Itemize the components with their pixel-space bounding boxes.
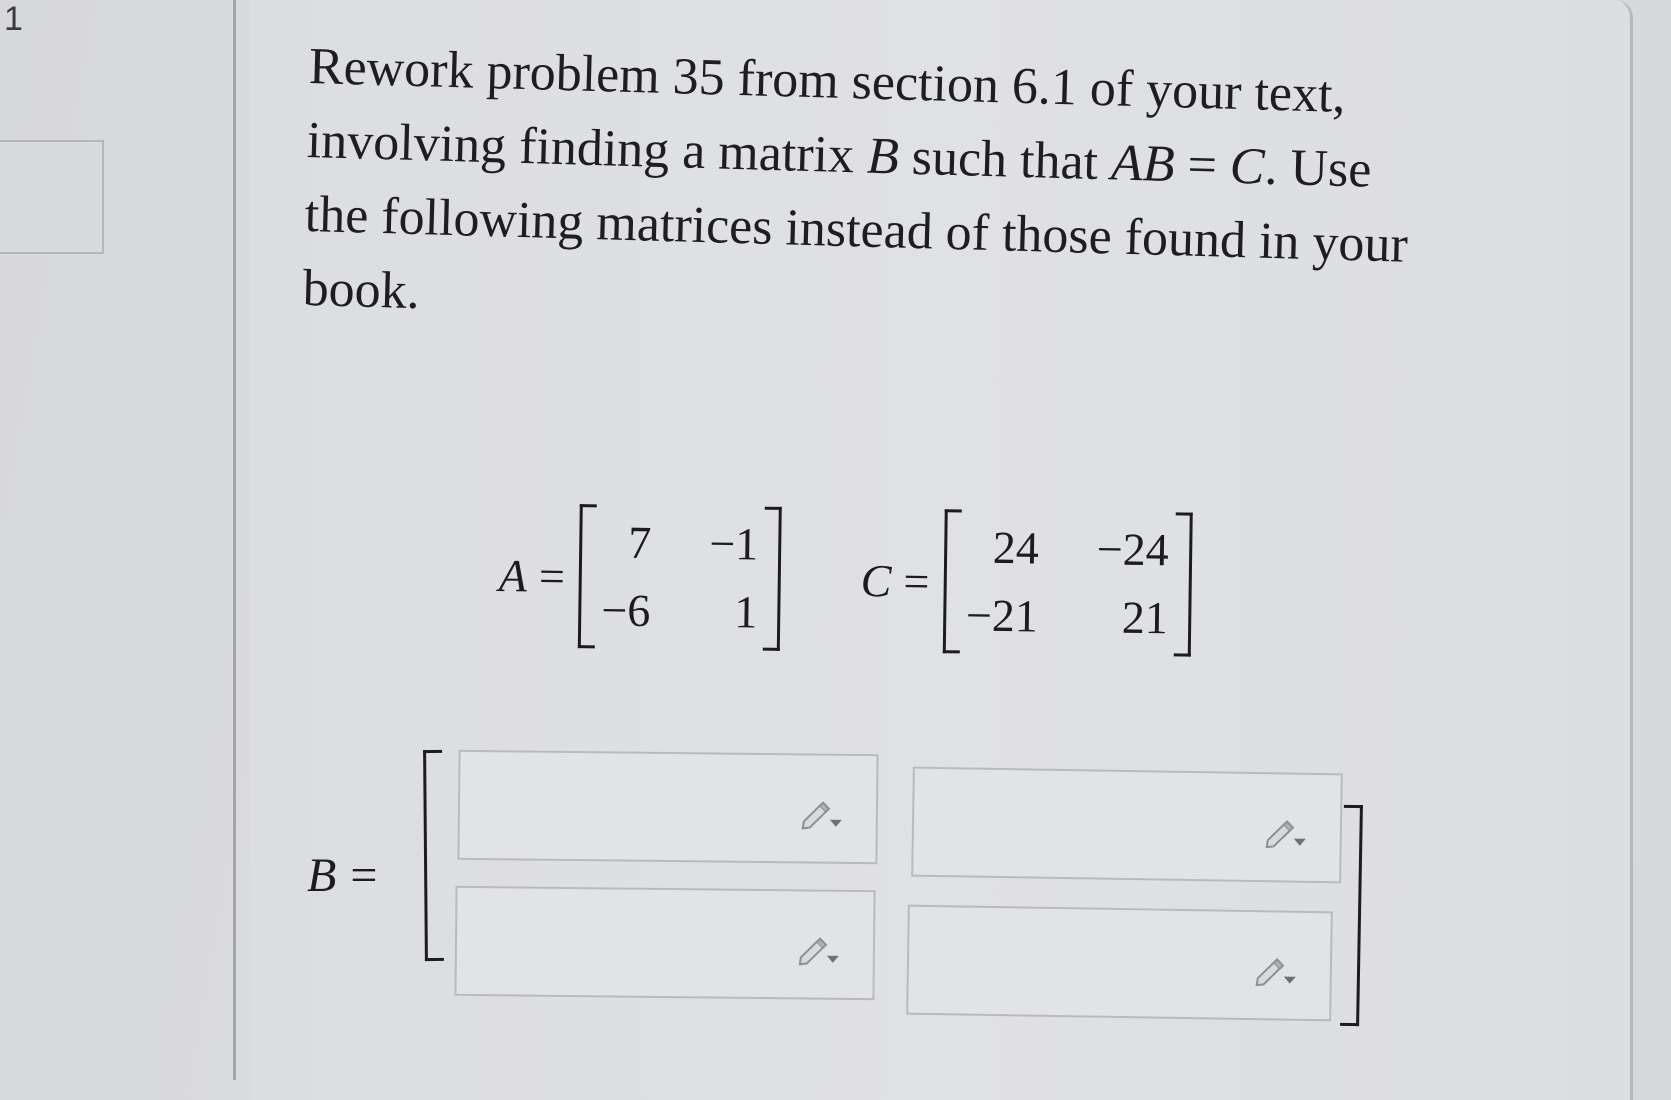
prompt-text: . Use [1263, 138, 1373, 199]
answer-cell-r2c2[interactable] [906, 904, 1333, 1022]
math-var-b: B [866, 127, 900, 186]
matrix-c-cell: 21 [1121, 591, 1169, 644]
matrix-a-cell: 7 [627, 516, 652, 569]
math-var-c: C [1229, 137, 1266, 196]
matrix-a: 7 −1 −6 1 [595, 512, 765, 642]
prompt-text: such that [898, 128, 1112, 192]
matrix-a-label: A [498, 549, 528, 601]
math-var-ab: AB [1110, 134, 1176, 194]
left-bracket [942, 509, 962, 654]
matrix-a-cell: 1 [733, 586, 758, 638]
answer-cell-r1c1[interactable] [457, 749, 879, 865]
matrix-b-label: B [307, 849, 337, 902]
matrix-c-label: C [860, 554, 892, 606]
matrix-c: 24 −24 −21 21 [959, 517, 1175, 648]
prompt-text: = [1173, 136, 1231, 195]
answer-cell-r2c1[interactable] [454, 885, 876, 1001]
pencil-dropdown-icon[interactable] [1254, 956, 1298, 987]
gutter-divider [233, 0, 236, 1080]
right-bracket [1173, 512, 1193, 657]
question-number[interactable]: 1 [4, 0, 23, 39]
answer-matrix-label: B = [307, 848, 377, 903]
problem-statement: Rework problem 35 from section 6.1 of yo… [302, 30, 1530, 360]
left-bracket [577, 504, 597, 649]
matrix-a-cell: −6 [601, 584, 651, 637]
question-nav-gutter: 1 [0, 0, 235, 1100]
matrix-c-cell: −24 [1096, 523, 1170, 576]
right-bracket [1340, 804, 1363, 1027]
matrix-c-cell: −21 [965, 589, 1039, 642]
equals-sign: = [538, 550, 566, 602]
matrix-a-cell: −1 [708, 517, 759, 570]
answer-cell-r1c2[interactable] [911, 766, 1343, 884]
question-nav-box[interactable] [0, 140, 104, 254]
pencil-dropdown-icon[interactable] [1264, 818, 1308, 849]
equals-sign: = [903, 555, 930, 607]
right-bracket [762, 506, 782, 651]
matrix-c-cell: 24 [992, 521, 1040, 574]
pencil-dropdown-icon[interactable] [797, 935, 841, 966]
pencil-dropdown-icon[interactable] [800, 799, 844, 830]
left-bracket [423, 749, 444, 962]
equals-sign: = [350, 849, 378, 902]
prompt-text: involving finding a matrix [306, 111, 868, 185]
given-matrices: A = 7 −1 −6 1 C = 24 −24 −21 21 [498, 490, 1193, 670]
